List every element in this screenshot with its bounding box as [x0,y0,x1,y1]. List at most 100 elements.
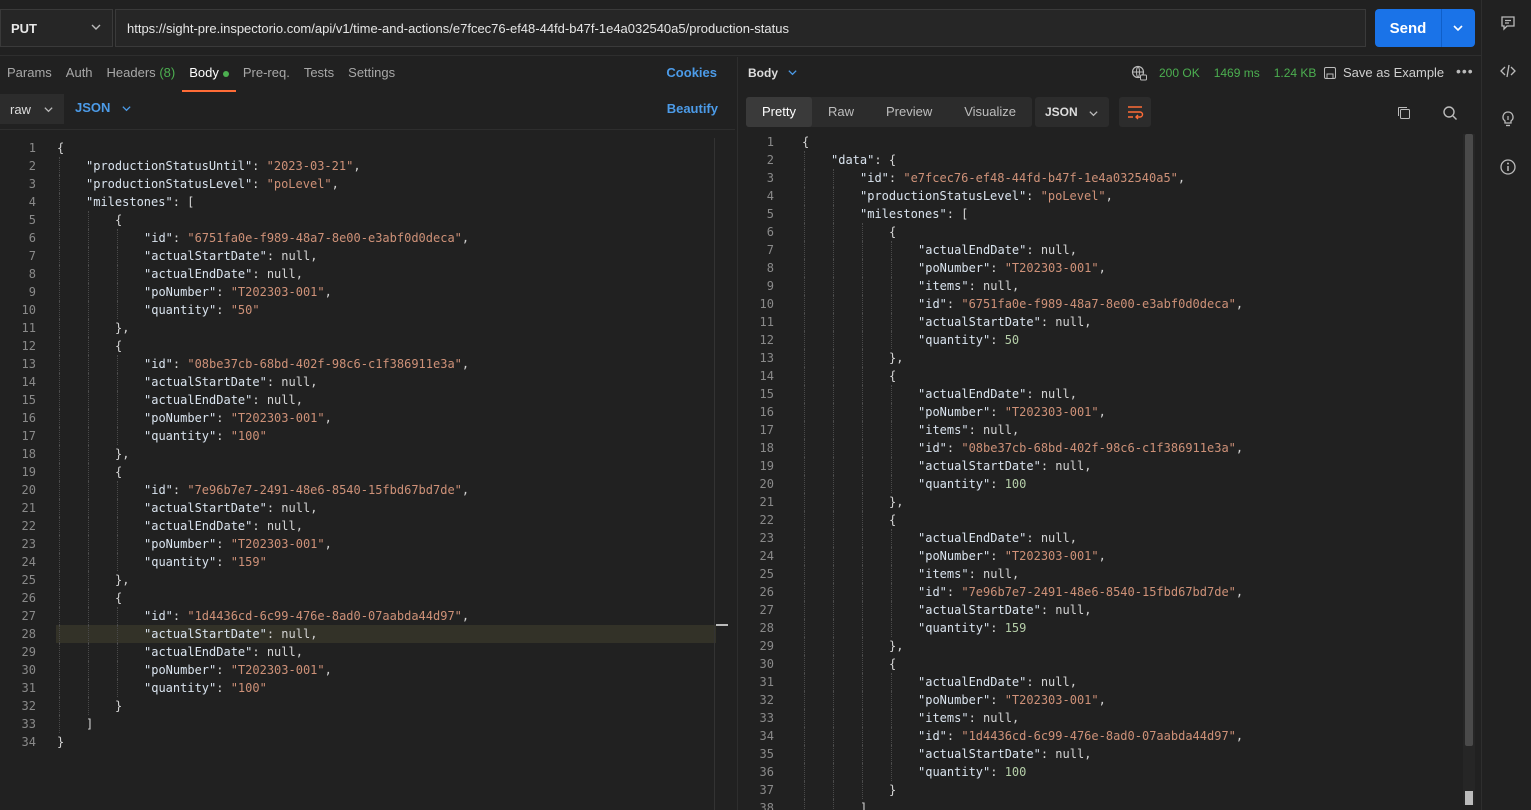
line-number: 7 [766,243,774,257]
line-text: "id": "08be37cb-68bd-402f-98c6-c1f386911… [918,439,1243,457]
headers-count: (8) [159,65,176,80]
code-line: 10 "id": "6751fa0e-f989-48a7-8e00-e3abf0d… [738,295,1458,313]
line-text: "actualStartDate": null, [918,313,1091,331]
search-icon[interactable] [1442,105,1458,121]
json-comma: , [295,393,303,407]
indent-guide [59,553,60,571]
method-select[interactable]: PUT [0,9,113,47]
body-mode-select[interactable]: raw [0,94,64,124]
json-colon: : [946,585,962,599]
url-input[interactable]: https://sight-pre.inspectorio.com/api/v1… [115,9,1366,47]
code-line: 11}, [0,319,715,337]
line-text: "actualEndDate": null, [918,241,1077,259]
send-divider [1441,9,1442,47]
line-text: "actualEndDate": null, [918,385,1077,403]
tab-prereq[interactable]: Pre-req. [236,57,297,89]
more-options-icon[interactable]: ••• [1456,63,1474,79]
body-format-select[interactable]: JSON [75,100,131,115]
line-number: 35 [759,747,774,761]
code-line: 26 { [0,589,715,607]
request-body-editor[interactable]: 1{2 "productionStatusUntil": "2023-03-21"… [0,129,735,810]
tab-preview[interactable]: Preview [870,97,948,127]
indent-guide [833,313,834,331]
indent-guide [833,403,834,421]
indent-guide [862,745,863,763]
json-punct: { [115,591,123,605]
json-key: "id" [144,231,173,245]
line-number: 32 [759,693,774,707]
tab-auth[interactable]: Auth [59,57,100,89]
beautify-button[interactable]: Beautify [667,101,718,116]
indent-guide [862,439,863,457]
wrap-lines-button[interactable] [1119,97,1151,127]
json-value: [ [961,207,969,221]
indent-guide [862,529,863,547]
response-format-select[interactable]: JSON [1035,97,1109,127]
save-icon [1324,66,1336,79]
indent-guide [891,709,892,727]
cookies-link[interactable]: Cookies [666,65,717,80]
json-value: null [266,519,296,533]
indent-guide [88,265,89,283]
response-time[interactable]: 1469 ms [1214,66,1260,80]
tab-params[interactable]: Params [0,57,59,89]
tab-headers[interactable]: Headers (8) [100,57,183,89]
indent-guide [88,481,89,499]
indent-guide [117,355,118,373]
tab-tests[interactable]: Tests [297,57,341,89]
editor-scrollbar[interactable] [714,138,728,810]
json-value: "T202303-001" [230,663,325,677]
response-body-viewer[interactable]: 1{2 "data": {3 "id": "e7fcec76-ef48-44fd-b… [738,132,1482,810]
json-punct: } [889,783,897,797]
json-comma: , [461,231,470,245]
indent-guide [833,781,834,799]
tab-visualize[interactable]: Visualize [948,97,1032,127]
json-key: "quantity" [144,303,217,317]
response-scrollbar-thumb[interactable] [1465,134,1473,746]
indent-guide [117,247,118,265]
line-text: "productionStatusLevel": "poLevel", [860,187,1113,205]
json-colon: : [990,405,1005,419]
lightbulb-icon[interactable] [1499,110,1517,128]
tab-pretty[interactable]: Pretty [746,97,812,127]
code-icon[interactable] [1499,62,1517,80]
status-code[interactable]: 200 OK [1159,66,1200,80]
line-number: 28 [21,627,36,641]
json-key: "id" [144,609,173,623]
indent-guide [804,673,805,691]
indent-guide [862,457,863,475]
line-number: 19 [759,459,774,473]
tab-body[interactable]: Body [182,57,236,92]
indent-guide [891,565,892,583]
chevron-down-icon[interactable] [1451,21,1465,35]
json-colon: : [946,729,962,743]
tab-raw[interactable]: Raw [812,97,870,127]
json-punct: { [57,141,65,155]
response-body-select[interactable]: Body [748,66,798,80]
json-key: "poNumber" [918,693,991,707]
json-value: "08be37cb-68bd-402f-98c6-c1f386911e3a" [187,357,462,371]
copy-icon[interactable] [1396,105,1412,121]
json-value: null [1040,387,1070,401]
info-icon[interactable] [1499,158,1517,176]
json-key: "items" [918,567,969,581]
code-line: 20 "id": "7e96b7e7-2491-48e6-8540-15fbd67… [0,481,715,499]
response-size[interactable]: 1.24 KB [1274,66,1317,80]
code-line: 24 "poNumber": "T202303-001", [738,547,1458,565]
code-line: 34} [0,733,715,751]
indent-guide [88,445,89,463]
response-header: Body 200 OK 1469 ms 1.24 KB Save as Exam… [738,57,1482,89]
json-value: "100" [230,681,267,695]
line-text: "actualEndDate": null, [918,529,1077,547]
code-line: 21 "actualStartDate": null, [0,499,715,517]
globe-icon[interactable] [1131,65,1147,81]
json-comma: , [1084,747,1092,761]
json-comma: , [461,357,470,371]
send-button[interactable]: Send [1375,9,1475,47]
tab-settings[interactable]: Settings [341,57,402,89]
json-value: null [281,501,311,515]
comment-icon[interactable] [1499,14,1517,32]
json-colon: : [946,297,962,311]
line-text: "actualEndDate": null, [144,517,303,535]
save-as-example-button[interactable]: Save as Example [1323,65,1444,80]
